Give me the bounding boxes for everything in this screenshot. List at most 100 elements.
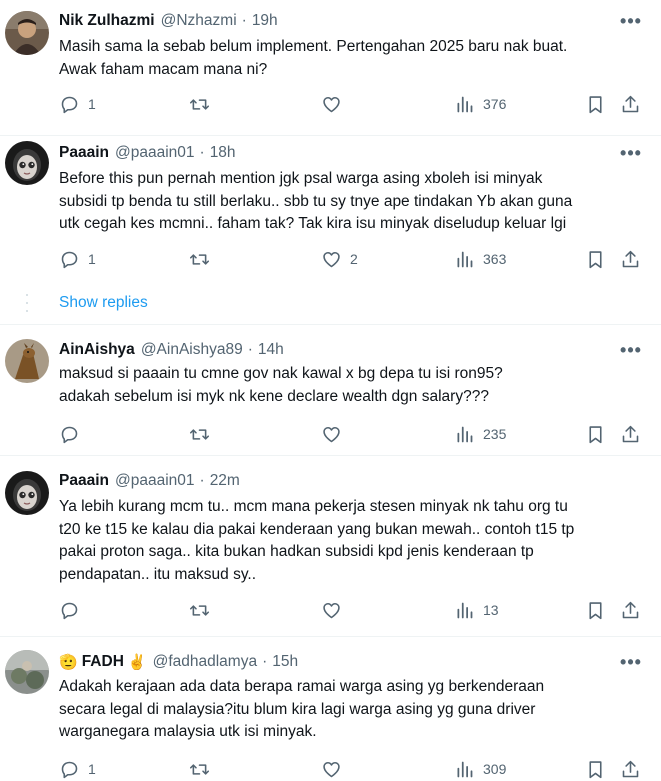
share-button[interactable] bbox=[620, 598, 641, 622]
display-name[interactable]: Paaain bbox=[59, 472, 109, 490]
bookmark-button[interactable] bbox=[585, 422, 606, 446]
thread-connector bbox=[26, 293, 28, 313]
reply-icon bbox=[61, 602, 78, 619]
share-icon bbox=[622, 760, 639, 777]
share-icon bbox=[622, 250, 639, 267]
display-name[interactable]: Nik Zulhazmi bbox=[59, 12, 155, 30]
repost-button[interactable] bbox=[189, 422, 218, 446]
like-button[interactable] bbox=[321, 598, 350, 622]
bookmark-button[interactable] bbox=[585, 598, 606, 622]
tweet[interactable]: 🫡 FADH ✌️ @fadhadlamya · 15h ••• Adakah … bbox=[0, 637, 661, 778]
bookmark-icon bbox=[589, 760, 602, 778]
tweet-text: Masih sama la sebab belum implement. Per… bbox=[59, 36, 649, 81]
repost-button[interactable] bbox=[189, 757, 218, 781]
views-icon bbox=[457, 761, 473, 777]
views-count: 363 bbox=[483, 251, 507, 267]
share-button[interactable] bbox=[620, 422, 641, 446]
tweet[interactable]: Nik Zulhazmi @Nzhazmi · 19h ••• Masih sa… bbox=[0, 0, 661, 135]
reply-icon bbox=[61, 96, 78, 113]
views-button[interactable]: 363 bbox=[454, 247, 506, 271]
display-name[interactable]: Paaain bbox=[59, 144, 109, 162]
views-icon bbox=[457, 96, 473, 112]
tweet-text-line: warganegara malaysia utk isi minyak. bbox=[59, 723, 317, 740]
views-button[interactable]: 235 bbox=[454, 422, 506, 446]
more-icon[interactable]: ••• bbox=[620, 339, 642, 361]
reply-button[interactable]: 1 bbox=[59, 757, 96, 781]
reply-count: 1 bbox=[88, 251, 96, 267]
reply-button[interactable] bbox=[59, 598, 88, 622]
repost-button[interactable] bbox=[189, 247, 218, 271]
separator-dot: · bbox=[199, 472, 205, 489]
tweet-text-line: Before this pun pernah mention jgk psal … bbox=[59, 170, 543, 187]
user-handle[interactable]: @AinAishya89 bbox=[141, 341, 243, 359]
views-count: 13 bbox=[483, 602, 499, 618]
bookmark-icon bbox=[589, 601, 602, 619]
repost-icon bbox=[189, 763, 210, 775]
bookmark-button[interactable] bbox=[585, 757, 606, 781]
user-handle[interactable]: @Nzhazmi bbox=[161, 12, 237, 30]
bookmark-icon bbox=[589, 95, 602, 113]
like-button[interactable] bbox=[321, 757, 350, 781]
bookmark-icon bbox=[589, 250, 602, 268]
tweet-text-line: Ya lebih kurang mcm tu.. mcm mana pekerj… bbox=[59, 498, 568, 515]
reply-button[interactable] bbox=[59, 422, 88, 446]
timestamp[interactable]: 22m bbox=[210, 472, 240, 490]
timestamp[interactable]: 19h bbox=[252, 12, 278, 30]
tweet-actions: 235 bbox=[0, 422, 661, 446]
share-button[interactable] bbox=[620, 92, 641, 116]
reply-button[interactable]: 1 bbox=[59, 92, 96, 116]
timestamp[interactable]: 15h bbox=[272, 653, 298, 671]
tweet-text-line: adakah sebelum isi myk nk kene declare w… bbox=[59, 387, 489, 405]
like-button[interactable]: 2 bbox=[321, 247, 358, 271]
share-button[interactable] bbox=[620, 757, 641, 781]
bookmark-button[interactable] bbox=[585, 92, 606, 116]
views-button[interactable]: 376 bbox=[454, 92, 506, 116]
like-icon bbox=[323, 426, 340, 442]
tweet-text: maksud si paaain tu cmne gov nak kawal x… bbox=[59, 363, 649, 408]
user-handle[interactable]: @paaain01 bbox=[115, 472, 195, 490]
show-replies-link[interactable]: Show replies bbox=[59, 294, 148, 312]
repost-icon bbox=[189, 428, 210, 440]
user-handle[interactable]: @fadhadlamya bbox=[153, 653, 258, 671]
avatar[interactable] bbox=[5, 650, 49, 694]
avatar[interactable] bbox=[5, 141, 49, 185]
avatar[interactable] bbox=[5, 471, 49, 515]
display-name[interactable]: FADH bbox=[82, 653, 124, 671]
tweet-text-line: pakai proton saga.. kita bukan hadkan su… bbox=[59, 543, 534, 560]
like-button[interactable] bbox=[321, 92, 350, 116]
repost-icon bbox=[189, 98, 210, 110]
reply-button[interactable]: 1 bbox=[59, 247, 96, 271]
repost-button[interactable] bbox=[189, 598, 218, 622]
views-icon bbox=[457, 602, 473, 618]
reply-icon bbox=[61, 251, 78, 268]
tweet-text: Ya lebih kurang mcm tu.. mcm mana pekerj… bbox=[59, 496, 649, 586]
tweet-text-line: subsidi tp benda tu still berlaku.. sbb … bbox=[59, 192, 573, 210]
repost-icon bbox=[189, 253, 210, 265]
separator-dot: · bbox=[199, 144, 205, 161]
bookmark-button[interactable] bbox=[585, 247, 606, 271]
views-button[interactable]: 309 bbox=[454, 757, 506, 781]
avatar[interactable] bbox=[5, 11, 49, 55]
user-handle[interactable]: @paaain01 bbox=[115, 144, 195, 162]
tweet-actions: 1 309 bbox=[0, 757, 661, 781]
tweet-text-line: Masih sama la sebab belum implement. Per… bbox=[59, 38, 568, 55]
display-name[interactable]: AinAishya bbox=[59, 341, 135, 359]
more-icon[interactable]: ••• bbox=[620, 142, 642, 164]
views-button[interactable]: 13 bbox=[454, 598, 499, 622]
avatar[interactable] bbox=[5, 339, 49, 383]
repost-button[interactable] bbox=[189, 92, 218, 116]
more-icon[interactable]: ••• bbox=[620, 10, 642, 32]
share-button[interactable] bbox=[620, 247, 641, 271]
repost-icon bbox=[189, 604, 210, 616]
timestamp[interactable]: 18h bbox=[210, 144, 236, 162]
share-icon bbox=[622, 425, 639, 442]
like-button[interactable] bbox=[321, 422, 350, 446]
tweet-text-line: maksud si paaain tu cmne gov nak kawal x… bbox=[59, 365, 503, 382]
tweet[interactable]: Paaain @paaain01 · 22m Ya lebih kurang m… bbox=[0, 456, 661, 636]
tweet[interactable]: AinAishya @AinAishya89 · 14h ••• maksud … bbox=[0, 325, 661, 455]
more-icon[interactable]: ••• bbox=[620, 651, 642, 673]
timestamp[interactable]: 14h bbox=[258, 341, 284, 359]
tweet-text-line: Awak faham macam mana ni? bbox=[59, 60, 268, 78]
tweet[interactable]: Paaain @paaain01 · 18h ••• Before this p… bbox=[0, 136, 661, 324]
tweet-text: Adakah kerajaan ada data berapa ramai wa… bbox=[59, 676, 649, 744]
